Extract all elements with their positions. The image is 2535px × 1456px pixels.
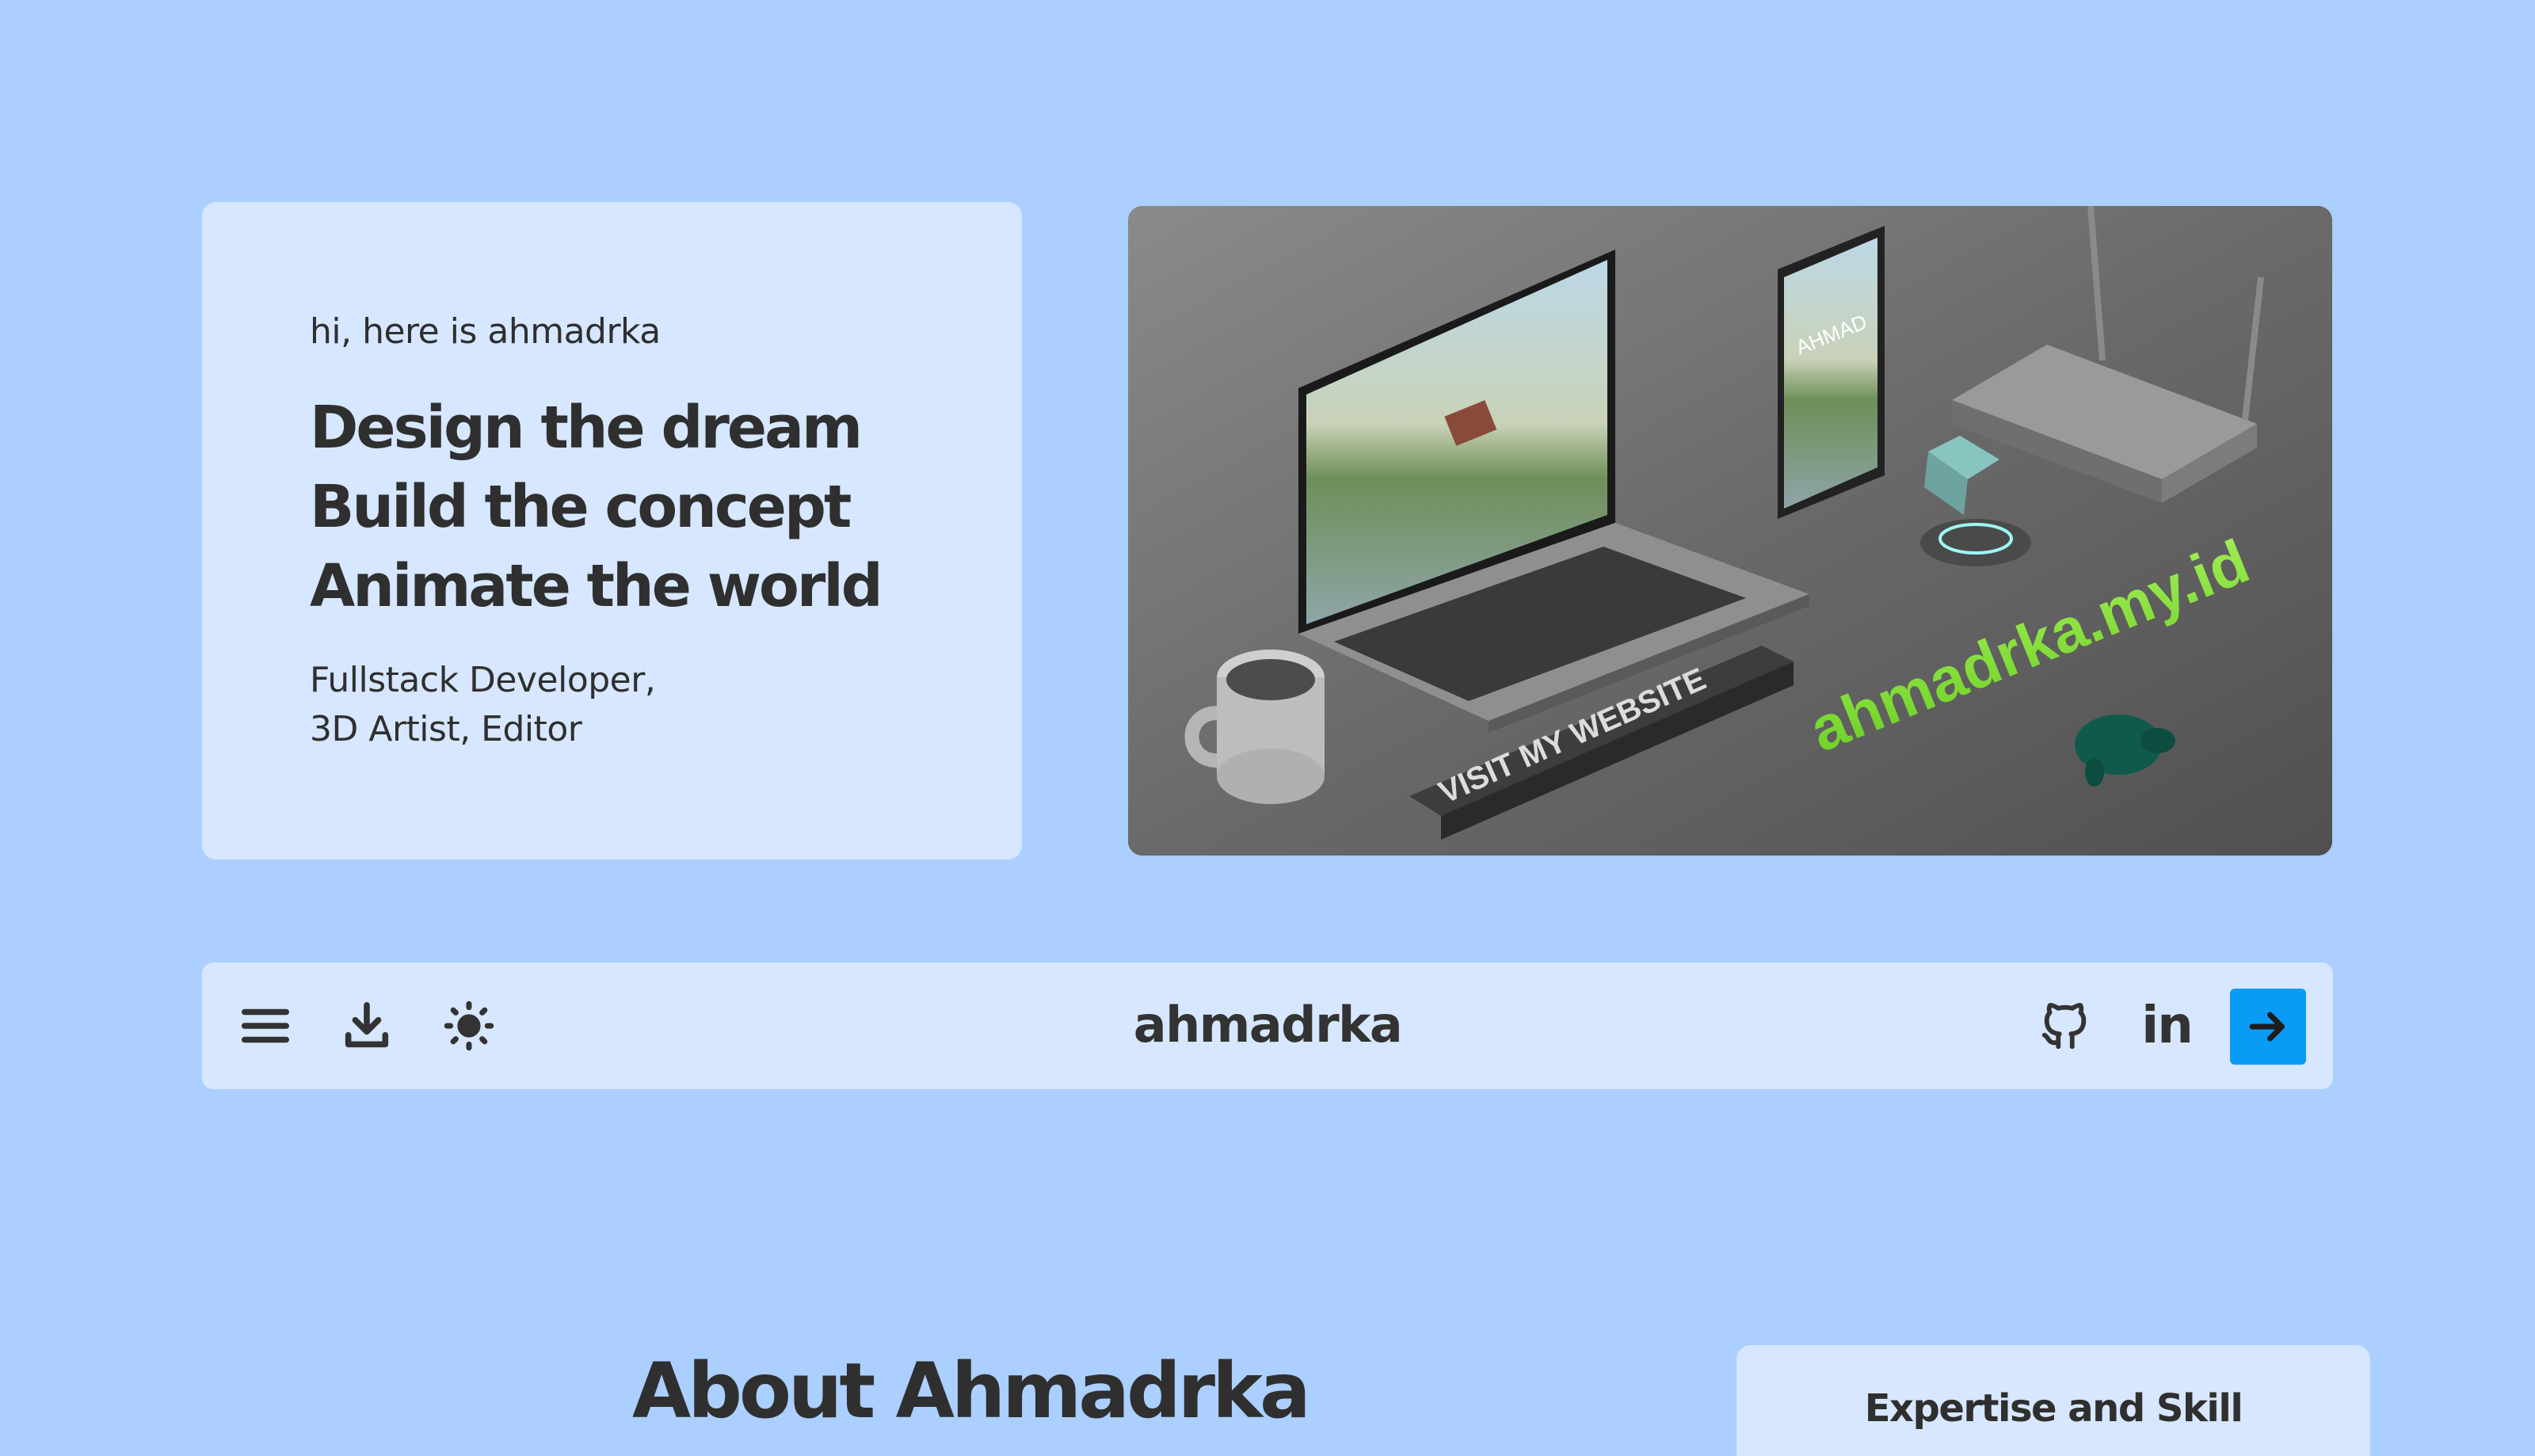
linkedin-label: in [2141,997,2193,1055]
greeting-text: hi, here is ahmadrka [310,311,661,352]
headline-line-3: Animate the world [310,552,883,620]
arrow-right-button[interactable] [2230,989,2306,1065]
phone-shape: AHMAD [1778,226,1885,519]
headline-line-2: Build the concept [310,473,852,541]
linkedin-icon[interactable]: in [2135,994,2198,1058]
roles-line-2: 3D Artist, Editor [310,709,582,749]
roles-text: Fullstack Developer, 3D Artist, Editor [310,656,656,754]
roles-line-1: Fullstack Developer, [310,660,656,700]
hero-scene-illustration: AHMAD VISIT MY WEBSITE ahmadrka.my.id [1128,206,2332,856]
github-icon[interactable] [2034,994,2097,1058]
brand-wordmark[interactable]: ahmadrka [202,996,2333,1054]
hero-headline: Design the dream Build the concept Anima… [310,388,883,626]
brand-text: ahmadrka [1133,996,1403,1054]
hero-scene-image: AHMAD VISIT MY WEBSITE ahmadrka.my.id [1128,206,2332,856]
navbar: ahmadrka in [202,962,2333,1089]
headline-line-1: Design the dream [310,394,863,462]
skills-card: Expertise and Skill [1736,1345,2370,1456]
skills-title: Expertise and Skill [1864,1386,2243,1431]
about-title: About Ahmadrka [632,1347,1311,1435]
arrow-right-icon [2249,1012,2285,1042]
intro-card: hi, here is ahmadrka Design the dream Bu… [202,202,1022,859]
github-icon-svg [2041,1003,2087,1050]
